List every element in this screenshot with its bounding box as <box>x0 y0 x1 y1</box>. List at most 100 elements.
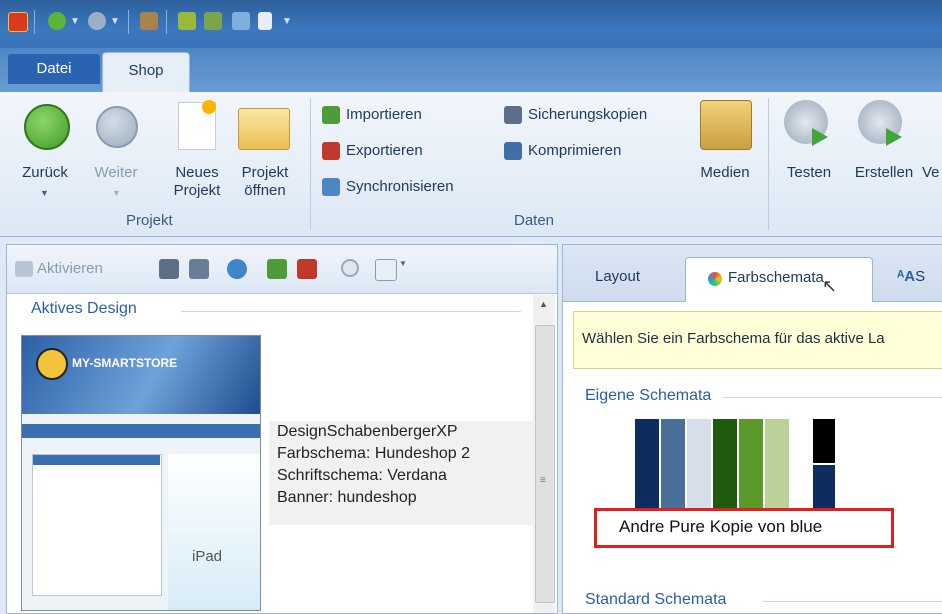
new-project-label-line2: Projekt <box>173 182 221 199</box>
search-icon[interactable] <box>341 259 359 277</box>
section-divider <box>763 601 942 602</box>
open-project-label-line2: öffnen <box>244 182 286 199</box>
scheme-swatches[interactable] <box>635 419 839 509</box>
import-icon <box>322 106 340 124</box>
swatch-2 <box>661 419 685 509</box>
refresh-icon[interactable] <box>227 259 247 279</box>
cut-off-button-label[interactable]: Ve <box>922 164 942 182</box>
active-design-title: Aktives Design <box>31 300 137 317</box>
mouse-cursor-icon: ↖ <box>822 276 838 296</box>
chevron-down-icon[interactable]: ▼ <box>399 259 419 279</box>
thumb-sidebar-header <box>33 455 160 465</box>
design-name: DesignSchabenbergerXP <box>277 423 458 440</box>
basket-icon <box>36 348 68 380</box>
gear-icon[interactable] <box>178 12 196 30</box>
chevron-down-icon[interactable]: ▼ <box>110 16 120 27</box>
forward-small-icon[interactable] <box>88 12 106 30</box>
scheme-name: Andre Pure Kopie von blue <box>619 517 823 536</box>
forward-button: Weiter <box>94 164 138 181</box>
build-small-icon[interactable] <box>204 12 222 30</box>
vertical-scrollbar[interactable]: ▲ ≡ <box>533 295 555 613</box>
new-project-button[interactable]: Neues Projekt <box>162 164 232 200</box>
test-play-icon <box>812 128 828 146</box>
swatch-1 <box>635 419 659 509</box>
forward-dropdown-icon: ▼ <box>112 188 121 198</box>
chevron-down-icon[interactable]: ▼ <box>282 16 292 27</box>
swatch-4 <box>713 419 737 509</box>
media-small-icon[interactable] <box>140 12 158 30</box>
color-palette-icon <box>708 272 722 286</box>
section-divider <box>181 311 521 312</box>
copy-icon[interactable] <box>189 259 209 279</box>
scheme-tabs: Layout Farbschemata ↖ ᴬAS <box>563 245 942 302</box>
qat-separator <box>34 10 35 34</box>
standard-schemes-title: Standard Schemata <box>585 591 727 608</box>
compress-label: Komprimieren <box>528 142 622 159</box>
thumb-logo-text: MY-SMARTSTORE <box>72 356 178 370</box>
qat-separator <box>166 10 167 34</box>
swatch-3 <box>687 419 711 509</box>
save-icon[interactable] <box>159 259 179 279</box>
tab-datei[interactable]: Datei <box>8 54 100 84</box>
design-banner: Banner: hundeshop <box>277 489 417 506</box>
activate-label: Aktivieren <box>37 260 103 277</box>
back-button[interactable]: Zurück <box>10 164 80 182</box>
new-project-label-line1: Neues <box>175 164 219 181</box>
sync-label: Synchronisieren <box>346 178 454 195</box>
qat-separator <box>128 10 129 34</box>
swatch-7-top <box>813 419 835 463</box>
scroll-up-icon[interactable]: ▲ <box>539 299 548 309</box>
scroll-grip-icon: ≡ <box>540 475 546 486</box>
design-font-scheme: Schriftschema: Verdana <box>277 467 447 484</box>
design-info: DesignSchabenbergerXP Farbschema: Hundes… <box>269 421 539 525</box>
tab-font-schemes[interactable]: ᴬAS <box>897 257 925 301</box>
clipboard-icon[interactable] <box>258 12 272 30</box>
tab-color-schemes[interactable]: Farbschemata ↖ <box>685 257 873 302</box>
import-design-icon[interactable] <box>267 259 287 279</box>
hint-bar: Wählen Sie ein Farbschema für das aktive… <box>573 311 942 369</box>
scheme-name-highlight[interactable]: Andre Pure Kopie von blue <box>594 508 894 548</box>
back-dropdown-icon[interactable]: ▼ <box>40 184 49 202</box>
zoom-icon[interactable] <box>375 259 397 281</box>
sync-small-icon[interactable] <box>232 12 250 30</box>
tab-layout[interactable]: Layout <box>595 257 640 301</box>
scroll-thumb[interactable] <box>535 325 555 603</box>
export-design-icon[interactable] <box>297 259 317 279</box>
back-small-icon[interactable] <box>48 12 66 30</box>
open-project-button[interactable]: Projekt öffnen <box>232 164 298 200</box>
thumb-content <box>168 454 260 610</box>
test-button[interactable]: Testen <box>776 164 842 182</box>
media-button[interactable]: Medien <box>690 164 760 182</box>
export-icon <box>322 142 340 160</box>
thumb-sidebar <box>32 454 162 596</box>
quick-access-toolbar: ▼ ▼ ▼ <box>0 0 942 48</box>
export-label: Exportieren <box>346 142 423 159</box>
new-project-star-icon <box>202 100 216 114</box>
back-arrow-icon[interactable] <box>24 104 70 150</box>
design-thumbnail[interactable]: MY-SMARTSTORE iPad <box>21 335 261 611</box>
app-logo-icon[interactable] <box>8 12 28 32</box>
tab-font-schemes-label: S <box>915 268 926 285</box>
tab-shop[interactable]: Shop <box>102 52 190 93</box>
activate-button: Aktivieren <box>15 259 103 279</box>
scheme-panel: Layout Farbschemata ↖ ᴬAS Wählen Sie ein… <box>562 244 942 614</box>
chevron-down-icon[interactable]: ▼ <box>70 16 80 27</box>
activate-icon <box>15 261 33 278</box>
tab-color-schemes-label: Farbschemata <box>728 269 824 286</box>
daten-group-label: Daten <box>514 212 555 229</box>
import-label: Importieren <box>346 106 422 123</box>
swatch-6 <box>765 419 789 509</box>
font-icon: ᴬA <box>897 268 916 285</box>
media-icon[interactable] <box>700 100 752 150</box>
swatch-5 <box>739 419 763 509</box>
projekt-group-label: Projekt <box>126 212 173 229</box>
open-folder-icon[interactable] <box>238 108 290 150</box>
group-separator <box>768 98 769 230</box>
thumb-navbar <box>22 424 260 438</box>
backups-icon <box>504 106 522 124</box>
section-divider <box>723 397 942 398</box>
build-button[interactable]: Erstellen <box>846 164 922 182</box>
sync-icon <box>322 178 340 196</box>
own-schemes-title: Eigene Schemata <box>585 387 712 404</box>
compress-icon <box>504 142 522 160</box>
